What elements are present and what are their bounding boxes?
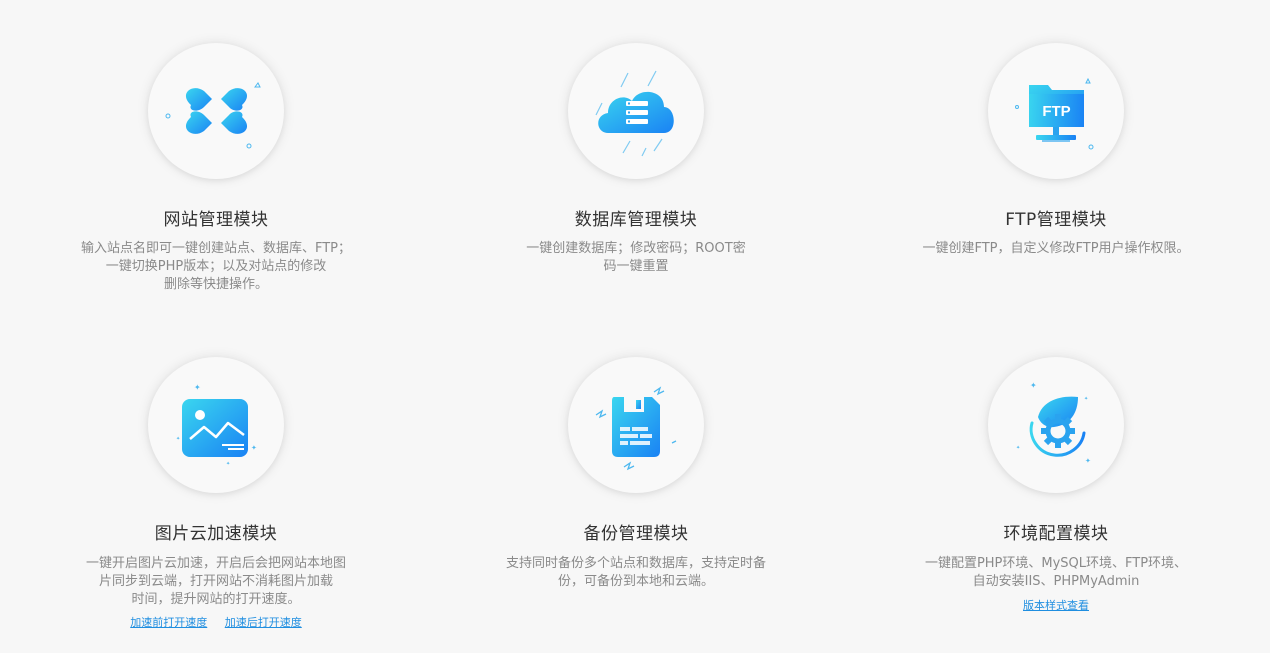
ftp-module-icon-circle: FTP [988,43,1124,179]
image-cdn-module-desc: 一键开启图片云加速，开启后会把网站本地图 片同步到云端，打开网站不消耗图片加载 … [86,555,346,609]
desc-line: 删除等快捷操作。 [163,277,268,292]
svg-text:✦: ✦ [226,461,230,467]
svg-text:✦: ✦ [1085,457,1091,465]
backup-module-card: 备份管理模块 支持同时备份多个站点和数据库，支持定时备 份，可备份到本地和云端。 [426,314,846,644]
desc-line: 一键开启图片云加速，开启后会把网站本地图 [85,556,347,571]
database-module-title: 数据库管理模块 [574,210,698,230]
website-module-desc: 输入站点名即可一键创建站点、数据库、FTP； 一键切换PHP版本；以及对站点的修… [81,240,351,294]
svg-text:✦: ✦ [194,383,201,392]
cloud-database-icon [595,70,674,157]
database-module-icon-circle [568,43,704,179]
clover-icon [165,82,261,149]
desc-line: 一键切换PHP版本；以及对站点的修改 [105,259,327,274]
desc-line: 片同步到云端，打开网站不消耗图片加载 [98,574,334,589]
leaf-gear-icon: ✦ ✦ ✦ ✦ [1016,381,1091,465]
environment-module-desc: 一键配置PHP环境、MySQL环境、FTP环境、 自动安装IIS、PHPMyAd… [925,555,1187,591]
desc-line: 时间，提升网站的打开速度。 [131,592,301,607]
speed-before-link[interactable]: 加速前打开速度 [130,616,207,629]
website-module-icon-circle [148,43,284,179]
features-grid: 网站管理模块 输入站点名即可一键创建站点、数据库、FTP； 一键切换PHP版本；… [0,0,1270,653]
desc-line: 一键创建数据库；修改密码；ROOT密 [526,241,746,256]
website-module-title: 网站管理模块 [163,210,269,230]
website-module-card: 网站管理模块 输入站点名即可一键创建站点、数据库、FTP； 一键切换PHP版本；… [6,0,426,320]
ftp-folder-icon: FTP [1015,77,1094,150]
desc-line: 一键创建FTP，自定义修改FTP用户操作权限。 [922,241,1190,256]
ftp-module-title: FTP管理模块 [1005,210,1107,230]
image-cdn-links: 加速前打开速度 加速后打开速度 [6,614,426,630]
database-module-desc: 一键创建数据库；修改密码；ROOT密 码一键重置 [526,240,745,276]
svg-text:✦: ✦ [251,444,257,452]
desc-line: 输入站点名即可一键创建站点、数据库、FTP； [80,241,352,256]
environment-links: 版本样式查看 [846,597,1266,613]
environment-module-title: 环境配置模块 [1003,524,1109,544]
backup-module-title: 备份管理模块 [583,524,689,544]
speed-after-link[interactable]: 加速后打开速度 [225,616,302,629]
backup-module-desc: 支持同时备份多个站点和数据库，支持定时备 份，可备份到本地和云端。 [506,555,766,591]
desc-line: 码一键重置 [603,259,669,274]
ftp-module-desc: 一键创建FTP，自定义修改FTP用户操作权限。 [922,240,1189,258]
svg-text:✦: ✦ [1030,381,1037,390]
svg-text:✦: ✦ [1016,445,1020,451]
desc-line: 份，可备份到本地和云端。 [557,574,715,589]
desc-line: 自动安装IIS、PHPMyAdmin [972,574,1140,589]
svg-text:✦: ✦ [1084,396,1088,402]
environment-module-icon-circle: ✦ ✦ ✦ ✦ [988,357,1124,493]
environment-module-card: ✦ ✦ ✦ ✦ 环境配置模块 一键配置PHP环境、MySQL环境、FTP环境、 … [846,314,1266,644]
desc-line: 支持同时备份多个站点和数据库，支持定时备 [505,556,767,571]
backup-module-icon-circle [568,357,704,493]
image-icon: ✦ ✦ ✦ ✦ [176,383,257,467]
ftp-icon-text: FTP [1042,103,1070,120]
image-cdn-module-card: ✦ ✦ ✦ ✦ 图片云加速模块 一键开启图片云加速，开启后会把网站本地图 片同步… [6,314,426,644]
desc-line: 一键配置PHP环境、MySQL环境、FTP环境、 [924,556,1188,571]
floppy-disk-icon [595,386,677,471]
image-cdn-module-title: 图片云加速模块 [154,524,278,544]
ftp-module-card: FTP FTP管理模块 一键创建FTP，自定义修改FTP用户操作权限。 [846,0,1266,320]
version-style-link[interactable]: 版本样式查看 [1023,599,1089,612]
image-cdn-module-icon-circle: ✦ ✦ ✦ ✦ [148,357,284,493]
database-module-card: 数据库管理模块 一键创建数据库；修改密码；ROOT密 码一键重置 [426,0,846,320]
svg-text:✦: ✦ [176,436,180,442]
